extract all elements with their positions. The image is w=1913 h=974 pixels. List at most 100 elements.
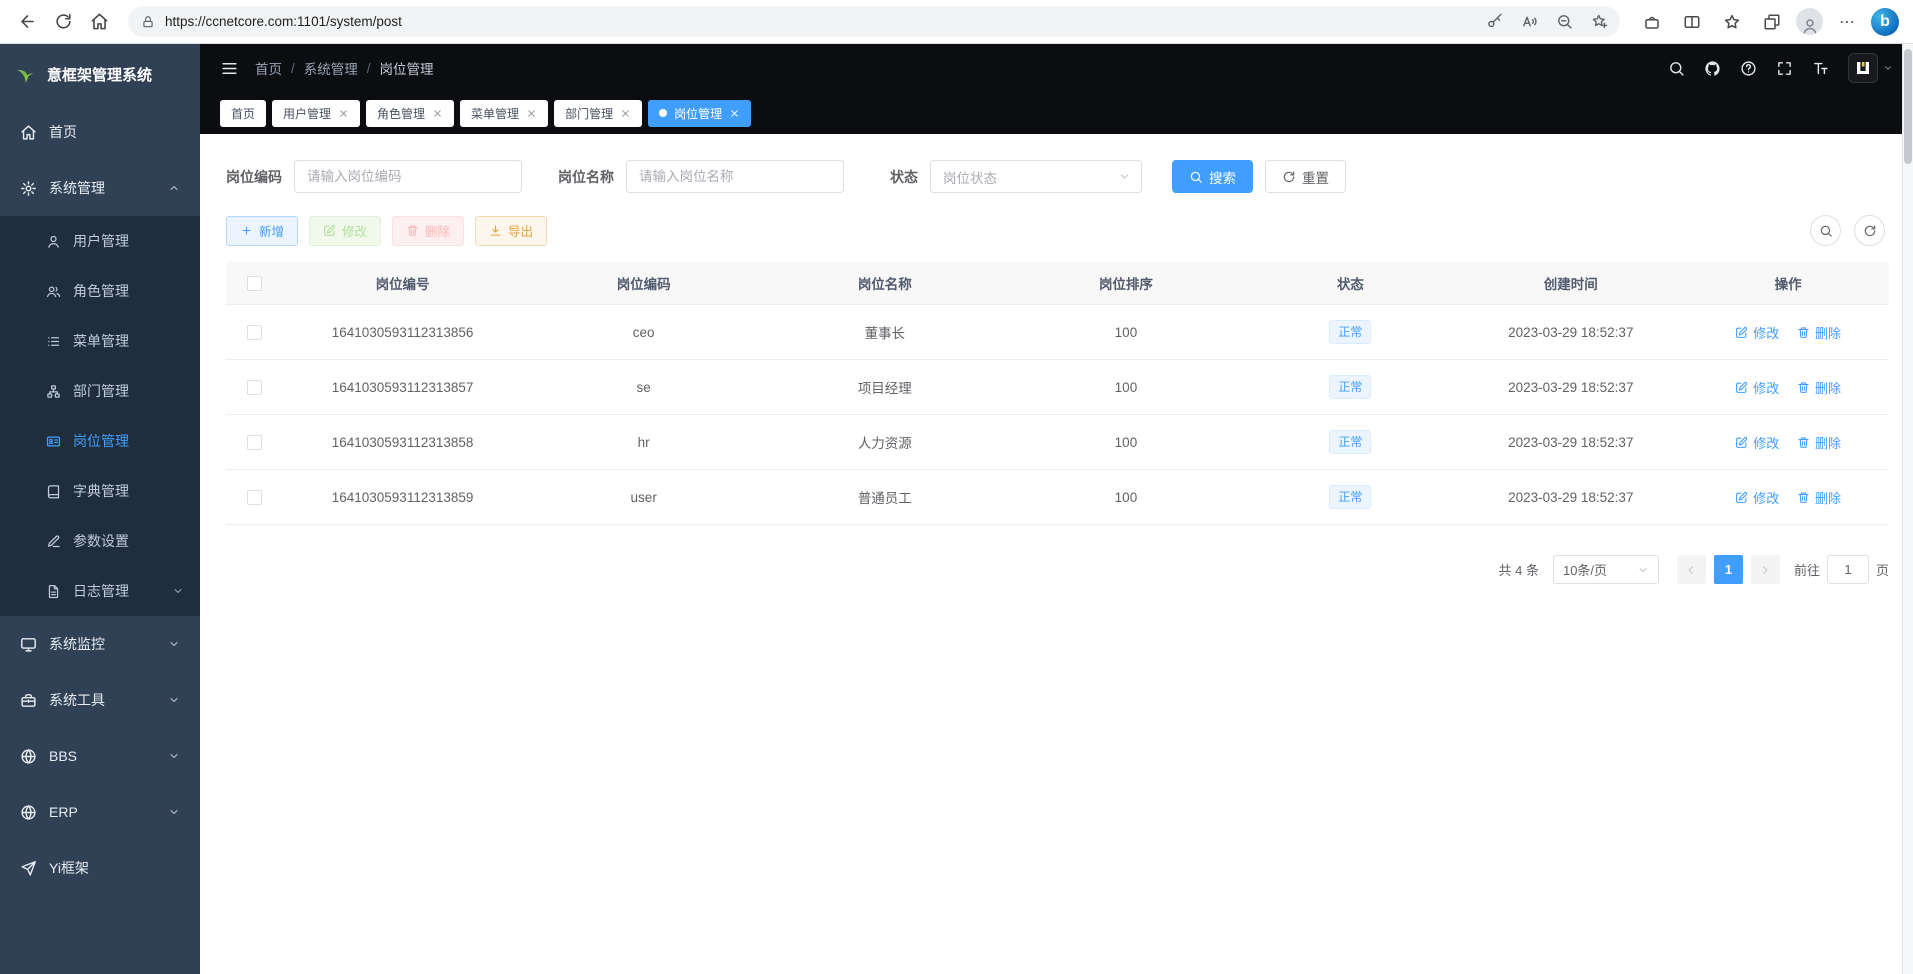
sidebar-item-parameter-settings[interactable]: 参数设置 <box>0 516 200 566</box>
post-name-label: 岗位名称 <box>558 167 614 187</box>
split-screen-button[interactable] <box>1676 6 1708 38</box>
sidebar-item-erp[interactable]: ERP <box>0 784 200 840</box>
edit-button[interactable]: 修改 <box>309 216 381 246</box>
browser-profile-avatar[interactable] <box>1796 8 1823 35</box>
breadcrumb-system[interactable]: 系统管理 <box>304 58 358 78</box>
close-icon[interactable] <box>526 108 537 119</box>
id-card-icon <box>46 434 61 449</box>
url-text[interactable]: https://ccnetcore.com:1101/system/post <box>165 14 1469 29</box>
close-icon[interactable] <box>620 108 631 119</box>
favorites-button[interactable] <box>1716 6 1748 38</box>
font-size-button[interactable] <box>1812 60 1829 77</box>
user-icon <box>46 234 61 249</box>
read-aloud-icon <box>1521 13 1538 30</box>
browser-back-button[interactable] <box>10 5 44 39</box>
sidebar-item-system-tools[interactable]: 系统工具 <box>0 672 200 728</box>
breadcrumb-home[interactable]: 首页 <box>255 58 282 78</box>
bing-glyph: b <box>1880 13 1890 31</box>
sidebar-item-department-management[interactable]: 部门管理 <box>0 366 200 416</box>
address-bar[interactable]: https://ccnetcore.com:1101/system/post <box>128 6 1620 37</box>
sidebar-item-user-management[interactable]: 用户管理 <box>0 216 200 266</box>
tab-department-management[interactable]: 部门管理 <box>554 100 642 127</box>
close-icon[interactable] <box>729 108 740 119</box>
row-delete-link[interactable]: 删除 <box>1797 433 1841 452</box>
sidebar-item-log-management[interactable]: 日志管理 <box>0 566 200 616</box>
breadcrumb-current: 岗位管理 <box>380 58 434 78</box>
zoom-out-button[interactable] <box>1549 9 1579 35</box>
post-code-input[interactable] <box>294 160 522 193</box>
refresh-table-button[interactable] <box>1854 215 1885 246</box>
search-button[interactable]: 搜索 <box>1172 160 1253 193</box>
breadcrumb-separator: / <box>367 61 371 76</box>
menu-label: ERP <box>49 804 78 820</box>
status-select[interactable]: 岗位状态 <box>930 160 1142 193</box>
next-page-button[interactable] <box>1751 555 1780 584</box>
page-size-select[interactable]: 10条/页 <box>1553 555 1659 584</box>
search-button-label: 搜索 <box>1209 167 1236 187</box>
sidebar-item-system-monitor[interactable]: 系统监控 <box>0 616 200 672</box>
row-edit-link[interactable]: 修改 <box>1735 323 1779 342</box>
cell-post-sort: 100 <box>1005 360 1246 415</box>
row-delete-link[interactable]: 删除 <box>1797 488 1841 507</box>
row-edit-link[interactable]: 修改 <box>1735 433 1779 452</box>
bing-chat-icon[interactable]: b <box>1871 8 1899 36</box>
sidebar-item-yi-framework[interactable]: Yi框架 <box>0 840 200 896</box>
sidebar-toggle-button[interactable] <box>220 59 239 78</box>
tab-role-management[interactable]: 角色管理 <box>366 100 454 127</box>
row-delete-link[interactable]: 删除 <box>1797 323 1841 342</box>
row-checkbox[interactable] <box>247 490 262 505</box>
table-row: 1641030593112313858 hr 人力资源 100 正常 2023-… <box>226 415 1889 470</box>
password-key-button[interactable] <box>1479 9 1509 35</box>
status-badge: 正常 <box>1329 375 1371 399</box>
tab-menu-management[interactable]: 菜单管理 <box>460 100 548 127</box>
close-icon[interactable] <box>338 108 349 119</box>
table-row: 1641030593112313856 ceo 董事长 100 正常 2023-… <box>226 305 1889 360</box>
extensions-button[interactable] <box>1636 6 1668 38</box>
post-name-input[interactable] <box>626 160 844 193</box>
sidebar-item-menu-management[interactable]: 菜单管理 <box>0 316 200 366</box>
select-all-checkbox[interactable] <box>247 276 262 291</box>
tab-home[interactable]: 首页 <box>220 100 266 127</box>
goto-page-input[interactable] <box>1827 555 1869 584</box>
browser-menu-button[interactable] <box>1831 6 1863 38</box>
scrollbar-thumb[interactable] <box>1904 49 1912 164</box>
add-button[interactable]: 新增 <box>226 216 298 246</box>
read-aloud-button[interactable] <box>1514 9 1544 35</box>
browser-home-button[interactable] <box>82 5 116 39</box>
row-edit-link[interactable]: 修改 <box>1735 488 1779 507</box>
page-number-button[interactable]: 1 <box>1714 555 1743 584</box>
export-button[interactable]: 导出 <box>475 216 547 246</box>
prev-page-button[interactable] <box>1677 555 1706 584</box>
add-favorite-button[interactable] <box>1584 9 1614 35</box>
sidebar-item-role-management[interactable]: 角色管理 <box>0 266 200 316</box>
sidebar-item-system-management[interactable]: 系统管理 <box>0 160 200 216</box>
sidebar-item-dict-management[interactable]: 字典管理 <box>0 466 200 516</box>
cell-created: 2023-03-29 18:52:37 <box>1454 470 1687 525</box>
help-button[interactable] <box>1740 60 1757 77</box>
user-avatar[interactable] <box>1848 53 1878 83</box>
collections-button[interactable] <box>1756 6 1788 38</box>
vertical-scrollbar[interactable] <box>1902 44 1913 974</box>
user-menu[interactable] <box>1848 53 1893 83</box>
tab-post-management[interactable]: 岗位管理 <box>648 100 751 127</box>
sidebar-item-home[interactable]: 首页 <box>0 104 200 160</box>
delete-button[interactable]: 删除 <box>392 216 464 246</box>
row-checkbox[interactable] <box>247 325 262 340</box>
paper-plane-icon <box>20 860 37 877</box>
lock-icon[interactable] <box>141 15 155 29</box>
row-checkbox[interactable] <box>247 380 262 395</box>
fullscreen-button[interactable] <box>1776 60 1793 77</box>
sidebar-item-bbs[interactable]: BBS <box>0 728 200 784</box>
row-delete-link[interactable]: 删除 <box>1797 378 1841 397</box>
browser-refresh-button[interactable] <box>46 5 80 39</box>
sidebar-item-post-management[interactable]: 岗位管理 <box>0 416 200 466</box>
header-search-button[interactable] <box>1668 60 1685 77</box>
close-icon[interactable] <box>432 108 443 119</box>
toggle-search-button[interactable] <box>1810 215 1841 246</box>
row-checkbox[interactable] <box>247 435 262 450</box>
github-button[interactable] <box>1704 60 1721 77</box>
reset-button[interactable]: 重置 <box>1265 160 1346 193</box>
tab-user-management[interactable]: 用户管理 <box>272 100 360 127</box>
row-edit-link[interactable]: 修改 <box>1735 378 1779 397</box>
fullscreen-icon <box>1776 60 1793 77</box>
